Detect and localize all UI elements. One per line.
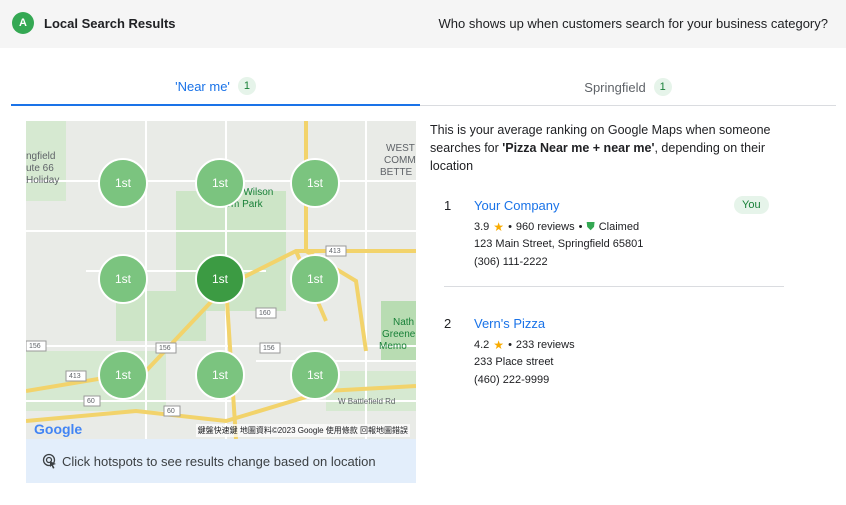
address: 233 Place street [474, 356, 554, 368]
header-bar: A Local Search Results Who shows up when… [0, 0, 846, 48]
location-tabs: 'Near me' 1 Springfield 1 [11, 68, 836, 106]
map-place-label: Nath [393, 317, 415, 328]
google-logo: Google [34, 421, 83, 437]
result-rank: 2 [444, 316, 452, 331]
claimed-status: Claimed [598, 221, 640, 233]
hotspot-hint: Click hotspots to see results change bas… [26, 439, 416, 483]
phone: (460) 222-9999 [474, 374, 550, 386]
map-place-label: Memo [379, 341, 407, 352]
tab-label: Springfield [584, 79, 646, 95]
result-divider [444, 286, 784, 287]
map-hotspot[interactable]: 1st [98, 350, 148, 400]
rating-line: 4.2 ★ • 233 reviews [474, 338, 575, 352]
review-count: 960 reviews [515, 221, 575, 233]
tab-label: 'Near me' [175, 78, 230, 94]
rating-value: 3.9 [474, 221, 490, 233]
star-icon: ★ [493, 220, 505, 234]
map-hotspot[interactable]: 1st [195, 350, 245, 400]
road-number: 160 [259, 310, 271, 317]
road-number: 156 [29, 343, 41, 350]
road-number: 60 [87, 398, 95, 405]
map-hotspot[interactable]: 1st [290, 350, 340, 400]
map-place-label: W Battlefield Rd [338, 397, 396, 406]
result-rank: 1 [444, 198, 452, 213]
separator: • [508, 221, 512, 233]
map-hotspot[interactable]: 1st [290, 254, 340, 304]
map-place-label: BETTE [380, 167, 413, 178]
phone: (306) 111-2222 [474, 256, 548, 268]
map-hotspot-center[interactable]: 1st [195, 254, 245, 304]
separator: • [578, 221, 583, 233]
cursor-click-icon [42, 453, 56, 469]
you-badge: You [734, 196, 769, 214]
ranking-description: This is your average ranking on Google M… [430, 121, 810, 175]
map-place-label: WEST [386, 143, 415, 154]
star-icon: ★ [493, 338, 505, 352]
tab-springfield[interactable]: Springfield 1 [420, 68, 836, 106]
map-place-label: Holiday [26, 175, 60, 186]
map-hotspot[interactable]: 1st [98, 158, 148, 208]
map-place-label: ute 66 [26, 163, 54, 174]
road-number: 156 [159, 345, 171, 352]
review-count: 233 reviews [515, 339, 575, 351]
map-place-label: COMM [384, 155, 416, 166]
business-name-link[interactable]: Your Company [474, 198, 560, 213]
rating-line: 3.9 ★ • 960 reviews • ⛊ Claimed [474, 220, 639, 234]
map-attribution[interactable]: 鍵盤快速鍵 地圖資料©2023 Google 使用條款 回報地圖錯誤 [195, 424, 410, 437]
tab-count-badge: 1 [237, 77, 256, 95]
separator: • [508, 339, 512, 351]
section-question: Who shows up when customers search for y… [438, 16, 828, 31]
road-number: 156 [263, 345, 275, 352]
business-name-link[interactable]: Vern's Pizza [474, 316, 545, 331]
section-badge: A [12, 12, 34, 34]
road-number: 60 [167, 408, 175, 415]
hint-text: Click hotspots to see results change bas… [62, 453, 376, 469]
map-place-label: Greene [382, 329, 416, 340]
road-number: 413 [69, 373, 81, 380]
map-place-label: ngfield [26, 151, 56, 162]
tab-near-me[interactable]: 'Near me' 1 [11, 68, 420, 106]
tab-count-badge: 1 [653, 78, 672, 96]
rating-value: 4.2 [474, 339, 490, 351]
section-title: Local Search Results [44, 16, 176, 31]
road-number: 413 [329, 248, 341, 255]
map-view[interactable]: 413 160 156 156 156 413 60 60 ngfield ut… [26, 121, 416, 439]
address: 123 Main Street, Springfield 65801 [474, 238, 644, 250]
verified-shield-icon: ⛊ [586, 220, 595, 233]
map-hotspot[interactable]: 1st [195, 158, 245, 208]
search-query: 'Pizza Near me + near me' [502, 141, 655, 155]
map-hotspot[interactable]: 1st [290, 158, 340, 208]
map-hotspot[interactable]: 1st [98, 254, 148, 304]
